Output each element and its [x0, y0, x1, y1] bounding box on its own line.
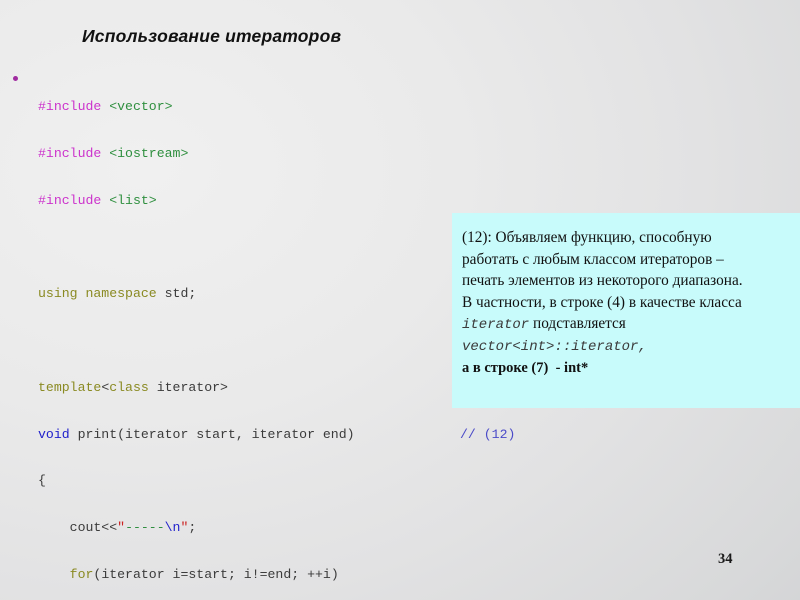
slide-canvas: Использование итераторов #include <vecto…: [0, 0, 800, 600]
callout-line-4: В частности, в строке (4) в качестве кла…: [462, 293, 742, 311]
code-line: {: [38, 473, 46, 489]
code-listing: #include <vector> #include <iostream> #i…: [38, 68, 402, 600]
callout-mono-vector-iterator: vector<int>::iterator,: [462, 338, 647, 355]
code-line: template<class iterator>: [38, 379, 228, 395]
code-line: #include <vector>: [38, 99, 173, 115]
code-line: using namespace std;: [38, 286, 197, 302]
code-comment: [572, 193, 627, 209]
callout-line-2: работать с любым классом итераторов –: [462, 250, 724, 268]
code-comment: [572, 567, 627, 583]
callout-line-1: (12): Объявляем функцию, способную: [462, 229, 712, 246]
page-number: 34: [718, 551, 733, 567]
callout-line-5-text: подставляется: [529, 315, 626, 332]
callout-line-6: а в строке (7) - int*: [462, 360, 589, 376]
callout-mono-iterator: iterator: [462, 317, 530, 333]
code-line: #include <iostream>: [38, 145, 189, 161]
code-comment: [572, 146, 627, 162]
page-title: Использование итераторов: [82, 26, 342, 46]
code-line: void print(iterator start, iterator end): [38, 426, 355, 442]
bullet-point-icon: [13, 76, 18, 81]
callout-box: (12): Объявляем функцию, способную работ…: [452, 213, 800, 408]
code-comment: [572, 520, 627, 536]
callout-line-3: печать элементов из некоторого диапазона…: [462, 272, 743, 289]
code-line: #include <list>: [38, 192, 157, 208]
code-comment: [572, 99, 627, 115]
code-comment: [572, 473, 627, 489]
callout-line-5: iterator подставляется: [462, 313, 792, 337]
code-line: cout<<"-----\n";: [38, 520, 197, 536]
code-line: for(iterator i=start; i!=end; ++i): [69, 567, 339, 582]
code-comment-12: // (12): [460, 426, 516, 442]
